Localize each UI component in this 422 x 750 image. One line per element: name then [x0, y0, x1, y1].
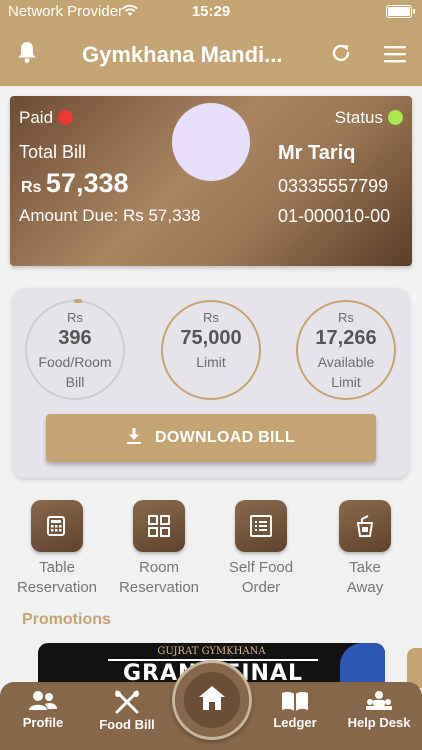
download-icon [127, 428, 142, 444]
profile-icon [29, 691, 57, 710]
nav-help-desk[interactable]: Help Desk [339, 690, 419, 730]
member-phone: 03335557799 [278, 176, 389, 196]
download-bill-button[interactable]: DOWNLOAD BILL [46, 414, 376, 462]
app-bar: Gymkhana Mandi... [0, 24, 422, 86]
stat-currency: Rs [67, 310, 83, 325]
stat-value: 75,000 [180, 327, 242, 349]
help-desk-icon [366, 691, 392, 710]
stat-currency: Rs [338, 310, 354, 325]
nav-label: Profile [22, 715, 64, 730]
bill-summary-card: Paid Total Bill Rs 57,338 Amount Due: Rs… [10, 96, 412, 266]
action-label-line-2: Order [241, 579, 281, 596]
nav-label: Food Bill [99, 717, 155, 732]
member-account-number: 01-000010-00 [278, 206, 391, 226]
paid-label: Paid [19, 108, 54, 127]
status-indicator: Status [335, 108, 403, 128]
self-food-order-action[interactable]: Self Food Order [213, 500, 309, 598]
total-amount-value: 57,338 [45, 168, 129, 198]
nav-food-bill[interactable]: Food Bill [87, 690, 167, 732]
room-reservation-action[interactable]: Room Reservation [111, 500, 207, 598]
stat-label-line-1: Limit [196, 354, 226, 370]
paid-indicator: Paid [19, 108, 74, 128]
bell-icon[interactable] [16, 40, 38, 64]
stat-label-line-2: Limit [331, 374, 361, 390]
battery-icon [386, 5, 415, 18]
stat-label: Food/Room Bill [27, 352, 123, 392]
stat-value: 17,266 [315, 327, 377, 349]
clock: 15:29 [191, 3, 231, 20]
ledger-icon [282, 691, 308, 711]
room-reservation-icon[interactable] [133, 500, 185, 552]
stat-label: Available Limit [298, 352, 394, 392]
action-label-line-1: Self Food [228, 559, 294, 576]
paid-status-dot [58, 110, 74, 125]
currency-label: Rs [21, 179, 42, 196]
food-order-icon[interactable] [235, 500, 287, 552]
status-dot [388, 110, 403, 125]
take-away-icon[interactable] [339, 500, 391, 552]
table-reservation-icon[interactable] [31, 500, 83, 552]
avatar [172, 103, 250, 181]
page-title: Gymkhana Mandi... [82, 42, 283, 67]
status-bar: Network Provider 15:29 [0, 0, 422, 24]
home-button-inner [184, 672, 240, 728]
nav-ledger[interactable]: Ledger [255, 690, 335, 730]
stat-label: Limit [163, 352, 259, 372]
table-reservation-action[interactable]: Table Reservation [9, 500, 105, 598]
action-label-line-2: Away [346, 579, 384, 596]
action-label-line-1: Take [349, 559, 381, 576]
nav-label: Help Desk [347, 715, 411, 730]
amount-due: Amount Due: Rs 57,338 [19, 206, 201, 225]
download-bill-label: DOWNLOAD BILL [155, 429, 295, 446]
stat-label-line-1: Food/Room [38, 354, 112, 370]
stat-label-line-1: Available [317, 354, 375, 370]
total-bill-label: Total Bill [19, 142, 87, 162]
food-bill-icon [115, 690, 139, 714]
member-name: Mr Tariq [278, 142, 356, 164]
action-label-line-1: Room [138, 559, 179, 576]
action-label-line-1: Table [39, 559, 75, 576]
home-icon [199, 686, 225, 710]
stat-currency: Rs [203, 310, 219, 325]
action-label-line-2: Reservation [16, 579, 98, 596]
hamburger-menu-icon[interactable] [383, 44, 407, 64]
banner-subtitle: GUJRAT GYMKHANA [157, 646, 266, 657]
nav-label: Ledger [273, 715, 317, 730]
refresh-icon[interactable] [330, 42, 352, 64]
food-room-bill-stat: Rs 396 Food/Room Bill [25, 299, 125, 400]
stat-label-line-2: Bill [65, 374, 85, 390]
nav-profile[interactable]: Profile [3, 690, 83, 730]
stat-value: 396 [58, 327, 92, 349]
promotions-heading: Promotions [22, 611, 111, 628]
status-label: Status [334, 108, 383, 127]
limits-card: Rs 396 Food/Room Bill Rs 75,000 Limit Rs… [13, 288, 409, 478]
limit-stat: Rs 75,000 Limit [161, 300, 261, 400]
available-limit-stat: Rs 17,266 Available Limit [296, 300, 396, 400]
total-bill-amount: Rs 57,338 [21, 168, 129, 199]
take-away-action[interactable]: Take Away [317, 500, 413, 598]
home-button[interactable] [172, 660, 252, 740]
action-label-line-2: Reservation [118, 579, 200, 596]
